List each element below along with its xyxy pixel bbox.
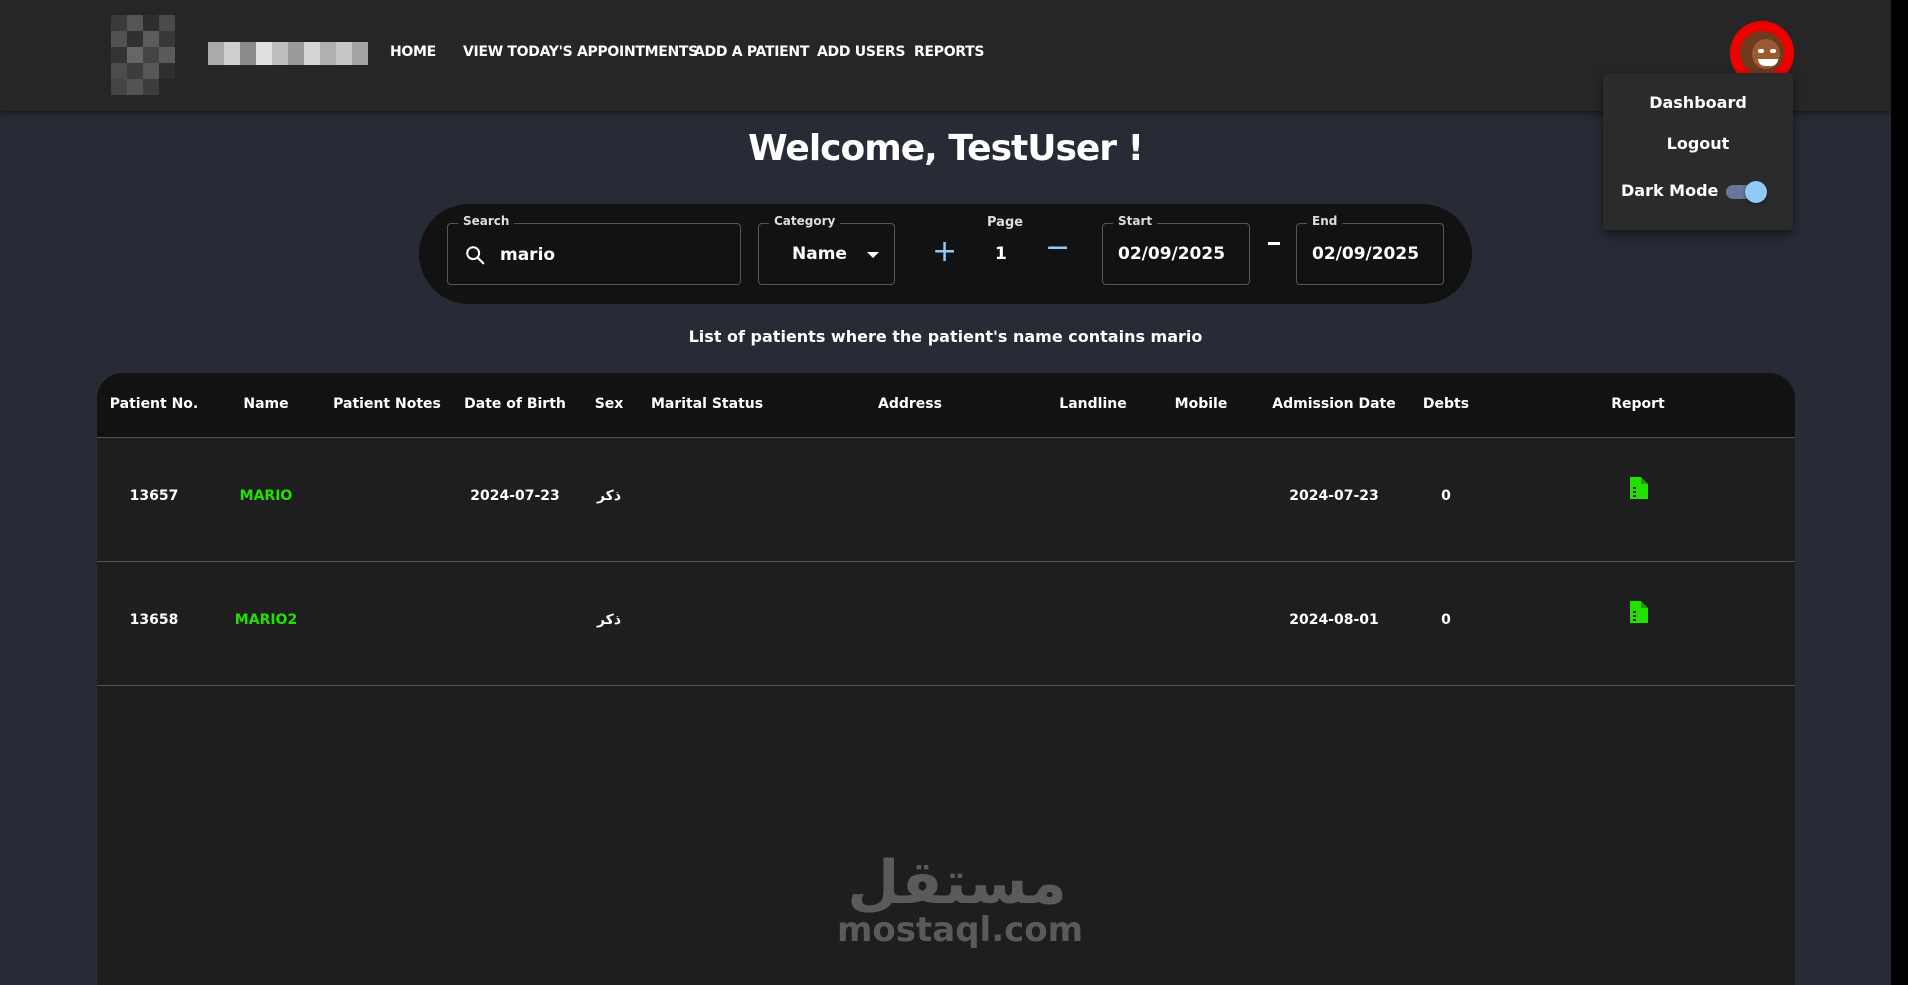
end-date-field[interactable]: End 02/09/2025 (1296, 214, 1444, 285)
date-range-separator (1268, 242, 1280, 245)
search-field[interactable]: Search (447, 214, 741, 285)
list-caption: List of patients where the patient's nam… (688, 327, 1203, 346)
col-debts[interactable]: Debts (1423, 396, 1469, 412)
col-landline[interactable]: Landline (1059, 396, 1126, 412)
avatar-image (1740, 31, 1784, 75)
dark-mode-label: Dark Mode (1621, 181, 1719, 200)
watermark-arabic: مستقل (847, 848, 1067, 918)
dark-mode-toggle[interactable] (1722, 179, 1768, 203)
cell-sex: ذكر (596, 612, 622, 628)
col-mobile[interactable]: Mobile (1175, 396, 1228, 412)
watermark-latin: mostaql.com (837, 910, 1084, 950)
end-label: End (1307, 214, 1343, 228)
table-row[interactable]: 13657 MARIO 2024-07-23 ذكر 2024-07-23 0 (97, 438, 1795, 562)
start-date-value: 02/09/2025 (1118, 244, 1226, 264)
welcome-heading: Welcome, TestUser ! (748, 128, 1144, 169)
search-icon (466, 246, 485, 265)
file-report-icon[interactable] (1628, 477, 1648, 499)
filter-bar: Search Category Name + Page 1 − Start 02… (419, 204, 1472, 304)
col-address[interactable]: Address (878, 396, 942, 412)
search-input[interactable] (498, 242, 702, 268)
category-value: Name (792, 244, 847, 264)
cell-debts: 0 (1441, 488, 1451, 504)
page-value: 1 (995, 244, 1007, 264)
col-name[interactable]: Name (243, 396, 288, 412)
col-patient-no[interactable]: Patient No. (110, 396, 199, 412)
cell-name-link[interactable]: MARIO (240, 488, 293, 504)
cell-sex: ذكر (596, 488, 622, 504)
page-label: Page (987, 215, 1024, 230)
file-report-icon[interactable] (1628, 601, 1648, 623)
start-label: Start (1113, 214, 1158, 228)
page-increment-button[interactable]: + (932, 237, 957, 267)
cell-admission-date: 2024-07-23 (1289, 488, 1379, 504)
nav-add-users[interactable]: ADD USERS (817, 44, 905, 60)
cell-admission-date: 2024-08-01 (1289, 612, 1379, 628)
cell-patient-no: 13658 (129, 612, 179, 628)
mostaql-watermark: مستقل mostaql.com (837, 848, 1084, 950)
menu-dashboard[interactable]: Dashboard (1603, 93, 1793, 112)
table-header: Patient No. Name Patient Notes Date of B… (97, 373, 1795, 438)
cell-dob: 2024-07-23 (470, 488, 560, 504)
category-label: Category (769, 214, 841, 228)
start-date-field[interactable]: Start 02/09/2025 (1102, 214, 1250, 285)
nav-view-todays-appointments[interactable]: VIEW TODAY'S APPOINTMENTS (463, 44, 698, 60)
table-row[interactable]: 13658 MARIO2 ذكر 2024-08-01 0 (97, 562, 1795, 686)
cell-name-link[interactable]: MARIO2 (235, 612, 297, 628)
col-marital-status[interactable]: Marital Status (651, 396, 763, 412)
cell-debts: 0 (1441, 612, 1451, 628)
page-scrollbar[interactable] (1891, 0, 1908, 985)
brand-name-blurred (208, 42, 368, 65)
col-date-of-birth[interactable]: Date of Birth (464, 396, 566, 412)
col-sex[interactable]: Sex (595, 396, 624, 412)
page-decrement-button[interactable]: − (1045, 233, 1070, 263)
nav-home[interactable]: HOME (390, 44, 436, 60)
brand-logo[interactable] (111, 15, 191, 95)
col-admission-date[interactable]: Admission Date (1272, 396, 1395, 412)
nav-add-patient[interactable]: ADD A PATIENT (694, 44, 809, 60)
category-select[interactable]: Category Name (758, 214, 895, 285)
nav-reports[interactable]: REPORTS (914, 44, 985, 60)
col-patient-notes[interactable]: Patient Notes (333, 396, 441, 412)
chevron-down-icon (867, 252, 879, 258)
search-label: Search (458, 214, 515, 228)
col-report[interactable]: Report (1611, 396, 1665, 412)
cell-patient-no: 13657 (129, 488, 179, 504)
end-date-value: 02/09/2025 (1312, 244, 1420, 264)
